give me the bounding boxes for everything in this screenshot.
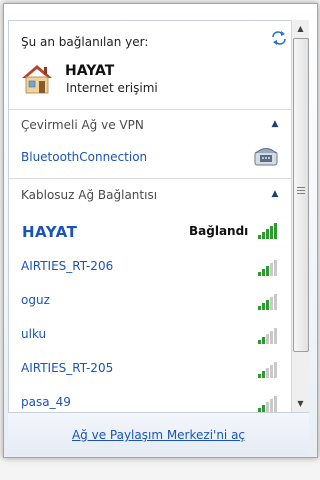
signal-bar — [266, 334, 269, 344]
scroll-down-arrow-icon[interactable]: ▼ — [292, 395, 309, 412]
network-list-panel: Şu an bağlanılan yer: HAYAT Internet eri… — [8, 20, 293, 414]
signal-bar — [258, 374, 261, 378]
house-icon — [22, 65, 52, 94]
signal-bar — [274, 396, 277, 412]
signal-bar — [270, 226, 273, 239]
signal-bar — [274, 294, 277, 310]
current-network-name: HAYAT — [65, 63, 115, 79]
current-connection-header: Şu an bağlanılan yer: — [21, 35, 149, 49]
signal-bar — [274, 362, 277, 378]
wifi-network-item[interactable]: ulku — [9, 320, 292, 350]
signal-bar — [270, 365, 273, 378]
wifi-network-name: AIRTIES_RT-205 — [21, 361, 114, 375]
wifi-network-name: oguz — [21, 293, 50, 307]
scroll-thumb[interactable] — [293, 38, 309, 352]
signal-bar — [270, 263, 273, 276]
wifi-network-name: ulku — [21, 327, 47, 341]
signal-strength-icon — [258, 360, 280, 378]
signal-bar — [270, 331, 273, 344]
signal-bar — [262, 269, 265, 276]
signal-bar — [266, 402, 269, 412]
wifi-network-item[interactable]: pasa_49 — [9, 388, 292, 413]
scrollbar[interactable]: ▲ ▼ — [291, 20, 309, 412]
signal-strength-icon — [258, 394, 280, 412]
section-title-dialup: Çevirmeli Ağ ve VPN — [21, 118, 144, 132]
signal-bar — [258, 235, 261, 239]
section-wireless[interactable]: Kablosuz Ağ Bağlantısı ▲ — [9, 179, 292, 209]
signal-bar — [270, 297, 273, 310]
wifi-network-item[interactable]: AIRTIES_RT-206 — [9, 252, 292, 282]
signal-bar — [258, 272, 261, 276]
signal-bar — [258, 306, 261, 310]
signal-bar — [262, 303, 265, 310]
signal-strength-icon — [258, 292, 280, 310]
phone-icon — [254, 148, 278, 166]
section-title-wireless: Kablosuz Ağ Bağlantısı — [21, 188, 158, 202]
scroll-up-arrow-icon[interactable]: ▲ — [292, 20, 309, 37]
signal-bar — [262, 371, 265, 378]
signal-bar — [274, 223, 277, 239]
current-network-status: Internet erişimi — [66, 81, 158, 95]
signal-bar — [266, 300, 269, 310]
wifi-network-item[interactable]: oguz — [9, 286, 292, 316]
chevron-up-icon[interactable]: ▲ — [267, 119, 283, 129]
signal-bar — [266, 266, 269, 276]
wifi-network-item[interactable]: AIRTIES_RT-205 — [9, 354, 292, 384]
list-item-bluetooth[interactable]: BluetoothConnection — [9, 143, 292, 171]
wifi-network-name: AIRTIES_RT-206 — [21, 259, 114, 273]
footer-bar: Ağ ve Paylaşım Merkezi'ni aç — [8, 412, 309, 455]
signal-bar — [262, 405, 265, 412]
signal-bar — [266, 368, 269, 378]
signal-bar — [258, 340, 261, 344]
signal-bar — [274, 328, 277, 344]
bluetooth-connection-label: BluetoothConnection — [21, 150, 148, 164]
grip-icon — [297, 187, 305, 196]
refresh-icon[interactable] — [271, 31, 287, 45]
wifi-network-name: HAYAT — [22, 223, 78, 241]
wifi-network-name: pasa_49 — [21, 395, 71, 409]
signal-strength-icon — [258, 221, 280, 239]
section-dialup-vpn[interactable]: Çevirmeli Ağ ve VPN ▲ — [9, 110, 292, 140]
signal-strength-icon — [258, 326, 280, 344]
open-network-sharing-center-link[interactable]: Ağ ve Paylaşım Merkezi'ni aç — [8, 428, 309, 442]
signal-bar — [274, 260, 277, 276]
signal-bar — [262, 232, 265, 239]
signal-strength-icon — [258, 258, 280, 276]
signal-bar — [266, 229, 269, 239]
connection-status-label: Bağlandı — [189, 224, 249, 238]
signal-bar — [270, 399, 273, 412]
signal-bar — [262, 337, 265, 344]
chevron-up-icon[interactable]: ▲ — [267, 189, 283, 199]
